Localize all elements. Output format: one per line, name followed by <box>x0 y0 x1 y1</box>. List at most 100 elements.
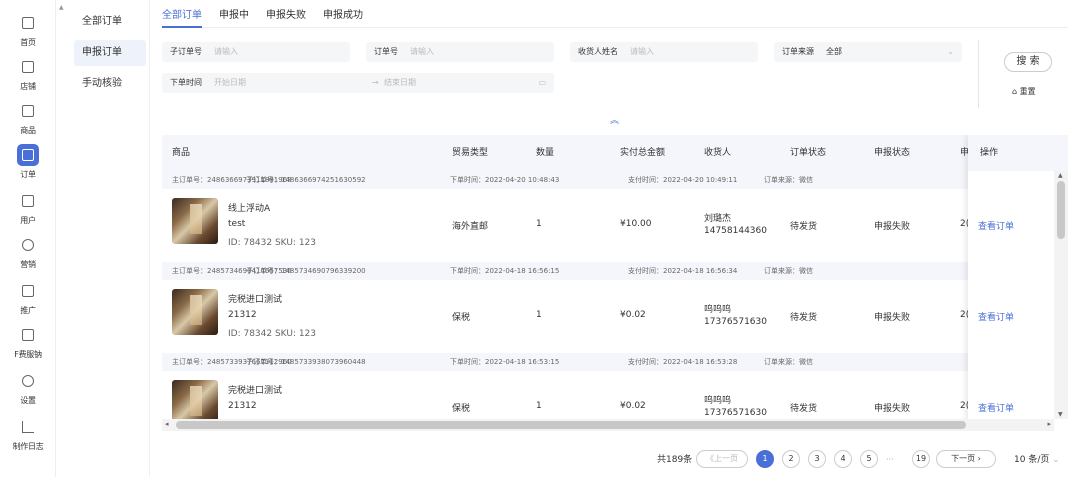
product-thumbnail <box>172 289 218 335</box>
rail-item-8[interactable]: 设置 <box>0 366 56 410</box>
rail-item-2[interactable]: 商品 <box>0 96 56 140</box>
declare-status: 申报失败 <box>874 404 911 414</box>
rail-scrollbar[interactable]: ▲ <box>58 0 66 477</box>
trade-type: 保税 <box>452 404 471 414</box>
order-field[interactable]: 订单号 请输入 <box>366 42 554 62</box>
nav-rail: 首页 店铺 商品订单用户营销 推广 F费服钠 设置制作日志 <box>0 0 56 477</box>
order-group-header: 主订单号：2485733937667112960 子订单号：14857339380… <box>162 353 1052 371</box>
view-order-link[interactable]: 查看订单 <box>978 219 1014 232</box>
date-range-field[interactable]: 下单时间 开始日期 → 结束日期 ▭ <box>162 73 554 93</box>
receiver-phone: 14758144360 <box>704 226 767 236</box>
submenu-item-all-orders[interactable]: 全部订单 <box>74 9 146 35</box>
view-order-link[interactable]: 查看订单 <box>978 310 1014 323</box>
col-amount: 实付总金额 <box>620 148 666 158</box>
sub-order-field[interactable]: 子订单号 请输入 <box>162 42 350 62</box>
order-pay-time: 支付时间：2022-04-18 16:56:34 <box>628 267 738 275</box>
rail-item-1[interactable]: 店铺 <box>0 52 56 96</box>
calendar-icon: ▭ <box>538 78 546 87</box>
order-label: 订单号 <box>374 47 398 56</box>
submenu-item-declare-orders[interactable]: 申报订单 <box>74 40 146 66</box>
order-order-time: 下单时间：2022-04-18 16:53:15 <box>450 358 560 366</box>
tab-all-orders[interactable]: 全部订单 <box>162 6 202 28</box>
reset-button[interactable]: ⌂ 重置 <box>1012 86 1036 97</box>
rail-item-9[interactable]: 制作日志 <box>0 412 56 456</box>
submenu-item-manual-verify[interactable]: 手动核验 <box>74 71 146 97</box>
page-number[interactable]: 2 <box>782 450 800 468</box>
source-select[interactable]: 订单来源 全部 ⌄ <box>774 42 962 62</box>
rail-item-0[interactable]: 首页 <box>0 8 56 52</box>
receiver-phone: 17376571630 <box>704 408 767 418</box>
product-code: 21312 <box>228 401 257 411</box>
goods-icon <box>17 100 39 122</box>
page-number[interactable]: 3 <box>808 450 826 468</box>
quantity: 1 <box>536 401 542 411</box>
scroll-down-icon[interactable]: ▼ <box>1058 411 1063 418</box>
table-vertical-scrollbar[interactable]: ▲ ▼ <box>1054 171 1068 419</box>
rail-label: 订单 <box>20 170 36 179</box>
time-label: 下单时间 <box>170 78 202 87</box>
product-name: 完税进口测试 <box>228 386 283 396</box>
col-trade-type: 贸易类型 <box>452 148 489 158</box>
receiver-field[interactable]: 收货人姓名 请输入 <box>570 42 758 62</box>
vertical-scroll-thumb[interactable] <box>1057 181 1065 239</box>
order-pay-time: 支付时间：2022-04-20 10:49:11 <box>628 176 738 184</box>
settings-icon <box>17 370 39 392</box>
rail-label: 制作日志 <box>12 442 44 451</box>
amount: ¥0.02 <box>620 401 646 411</box>
rail-item-7[interactable]: F费服钠 <box>0 320 56 364</box>
product-code: test <box>228 219 246 229</box>
prev-page-button[interactable]: 《上一页 <box>696 450 748 468</box>
col-declare-status: 申报状态 <box>874 148 911 158</box>
sub-order-label: 子订单号 <box>170 47 202 56</box>
page-number[interactable]: 19 <box>912 450 930 468</box>
tab-declare-success[interactable]: 申报成功 <box>323 6 363 28</box>
table-horizontal-scrollbar[interactable]: ◂ ▸ <box>162 419 1054 431</box>
order-group-header: 主订单号：2486366973911891968 子订单号：14863669742… <box>162 171 1052 189</box>
source-value: 全部 <box>826 47 842 56</box>
col-goods: 商品 <box>172 148 191 158</box>
submenu: 全部订单 申报订单 手动核验 <box>68 0 150 477</box>
range-separator: → <box>372 78 379 87</box>
col-order-status: 订单状态 <box>790 148 827 158</box>
view-order-link[interactable]: 查看订单 <box>978 401 1014 414</box>
page-size-select[interactable]: 10 条/页 ⌄ <box>1014 450 1060 470</box>
rail-label: 用户 <box>20 216 36 225</box>
trade-type: 保税 <box>452 313 471 323</box>
page-number[interactable]: 4 <box>834 450 852 468</box>
collapse-filters-icon[interactable]: ︽ <box>610 113 619 126</box>
page-number[interactable]: 1 <box>756 450 774 468</box>
scroll-left-icon[interactable]: ◂ <box>165 420 169 428</box>
scroll-up-icon[interactable]: ▲ <box>1058 172 1063 179</box>
page-number[interactable]: 5 <box>860 450 878 468</box>
product-name: 完税进口测试 <box>228 295 283 305</box>
scroll-right-icon[interactable]: ▸ <box>1047 420 1051 428</box>
product-code: 21312 <box>228 310 257 320</box>
tab-declaring[interactable]: 申报中 <box>219 6 249 28</box>
rail-item-4[interactable]: 用户 <box>0 186 56 230</box>
horizontal-scroll-thumb[interactable] <box>176 421 966 429</box>
rail-item-3[interactable]: 订单 <box>0 140 56 184</box>
quantity: 1 <box>536 310 542 320</box>
order-sub: 子订单号：1485733938073960448 <box>246 358 366 366</box>
source-label: 订单来源 <box>782 47 814 56</box>
receiver-name: 呜呜呜 <box>704 396 732 406</box>
order-sub: 子订单号：1486366974251630592 <box>246 176 366 184</box>
declare-status: 申报失败 <box>874 313 911 323</box>
sub-order-placeholder: 请输入 <box>214 47 238 56</box>
rail-item-6[interactable]: 推广 <box>0 276 56 320</box>
next-page-button[interactable]: 下一页 › <box>936 450 996 468</box>
reset-label: 重置 <box>1019 87 1036 96</box>
order-source: 订单来源：微信 <box>764 267 813 275</box>
log-icon <box>17 416 39 438</box>
order-group-header: 主订单号：2485734690414657536 子订单号：14857346907… <box>162 262 1052 280</box>
operation-column: 操作 查看订单 查看订单 查看订单 <box>968 135 1054 431</box>
rail-item-5[interactable]: 营销 <box>0 230 56 274</box>
tab-declare-failed[interactable]: 申报失败 <box>266 6 306 28</box>
order-pay-time: 支付时间：2022-04-18 16:53:28 <box>628 358 738 366</box>
scroll-up-icon[interactable]: ▲ <box>59 4 64 11</box>
search-button[interactable]: 搜 索 <box>1004 52 1052 72</box>
total-count: 共189条 <box>657 455 693 465</box>
product-id-sku: ID: 78432 SKU: 123 <box>228 238 317 248</box>
order-status: 待发货 <box>790 404 818 414</box>
receiver-label: 收货人姓名 <box>578 47 618 56</box>
